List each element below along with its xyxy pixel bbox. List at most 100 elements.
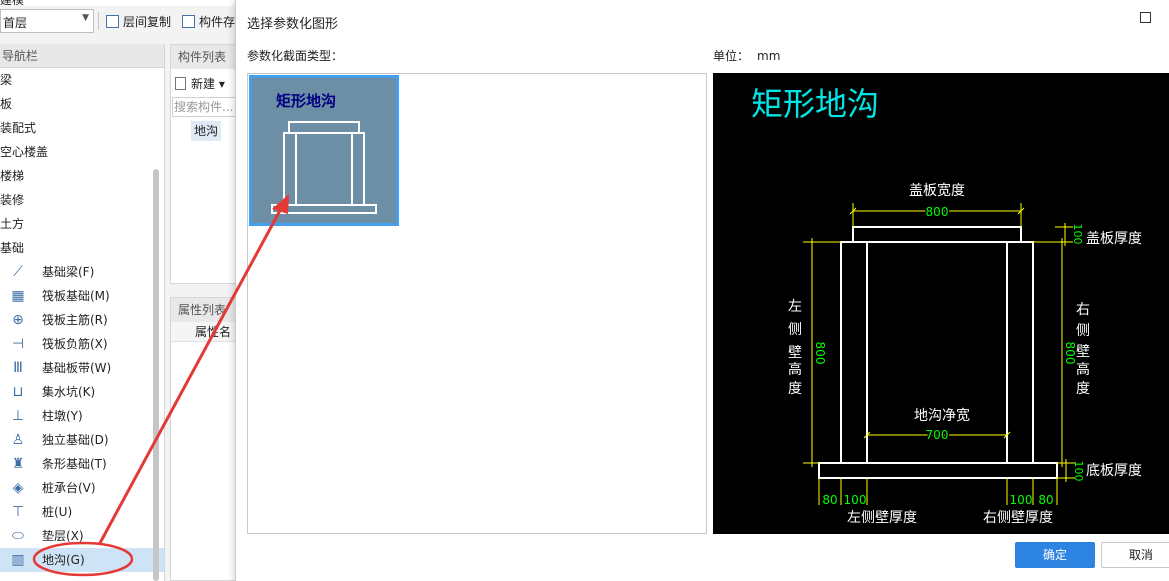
cover-thickness-value: 100 bbox=[1071, 224, 1084, 245]
nav-panel: 导航栏 梁 板 装配式 空心楼盖 楼梯 装修 土方 基础 ⟋ 基础梁(F) ▦ 筏板… bbox=[0, 44, 165, 581]
nav-item-raft[interactable]: ▦ 筏板基础(M) bbox=[0, 284, 164, 308]
right-wall-label-1: 右 bbox=[1076, 302, 1090, 318]
floor-select[interactable]: 首层 ▼ bbox=[0, 9, 94, 33]
dialog-title: 选择参数化图形 bbox=[247, 17, 339, 32]
nav-category[interactable]: 楼梯 bbox=[0, 164, 164, 188]
thumb-right-wall bbox=[351, 132, 365, 206]
beam-icon: ⟋ bbox=[13, 264, 23, 280]
nav-item-pile[interactable]: ⊤ 桩(U) bbox=[0, 500, 164, 524]
left-wall-thickness-label: 左侧壁厚度 bbox=[847, 510, 917, 526]
nav-item-cushion[interactable]: ⬭ 垫层(X) bbox=[0, 524, 164, 548]
comp-save-button[interactable]: 构件存 bbox=[182, 12, 235, 32]
select-parametric-shape-dialog: 选择参数化图形 参数化截面类型： 单位： mm 矩形地沟 矩形地沟 盖板宽度 8… bbox=[235, 0, 1169, 581]
pier-icon: ⊥ bbox=[11, 408, 25, 424]
shape-thumbnail-rect-trench[interactable]: 矩形地沟 bbox=[249, 75, 399, 226]
net-width-label: 地沟净宽 bbox=[914, 407, 970, 424]
unit-label-text: 单位： bbox=[713, 49, 750, 63]
property-name-column: 属性名 bbox=[171, 322, 239, 342]
ok-button[interactable]: 确定 bbox=[1015, 542, 1095, 568]
rebar-icon: ⊕ bbox=[12, 312, 24, 328]
nav-item-pile-cap[interactable]: ◈ 桩承台(V) bbox=[0, 476, 164, 500]
nav-category[interactable]: 空心楼盖 bbox=[0, 140, 164, 164]
component-item-trench[interactable]: 地沟 bbox=[191, 121, 221, 141]
base-thickness-label: 底板厚度 bbox=[1086, 463, 1142, 479]
neg-rebar-icon: ⊣ bbox=[11, 336, 25, 352]
nav-header: 导航栏 bbox=[0, 44, 164, 68]
nav-category[interactable]: 装配式 bbox=[0, 116, 164, 140]
nav-item-raft-rebar[interactable]: ⊕ 筏板主筋(R) bbox=[0, 308, 164, 332]
shape-preview: 矩形地沟 盖板宽度 800 100 盖板厚度 800 左 侧 壁 高 度 800… bbox=[713, 73, 1169, 534]
nav-item-raft-neg-rebar[interactable]: ⊣ 筏板负筋(X) bbox=[0, 332, 164, 356]
property-list-panel: 属性列表 属性名 bbox=[170, 297, 240, 581]
nav-item-foundation-band[interactable]: Ⅲ 基础板带(W) bbox=[0, 356, 164, 380]
toolbar-divider bbox=[98, 12, 99, 30]
copy-floor-button[interactable]: 层间复制 bbox=[106, 12, 171, 32]
cover-width-label: 盖板宽度 bbox=[909, 182, 965, 199]
component-search-input[interactable]: 搜索构件... bbox=[172, 97, 240, 117]
right-wall bbox=[1006, 241, 1034, 464]
app-title-text: 建模 bbox=[0, 0, 24, 6]
new-component-button[interactable]: 新建 ▾ bbox=[175, 75, 225, 92]
left-wall-label-3: 壁 bbox=[788, 345, 802, 361]
right-bottom-dim-2: 80 bbox=[1038, 493, 1053, 507]
cap-icon: ◈ bbox=[12, 480, 24, 496]
thumbnail-label: 矩形地沟 bbox=[276, 92, 336, 110]
base-plate bbox=[818, 462, 1058, 479]
cover-thickness-dim bbox=[1055, 223, 1073, 246]
left-bottom-dim-1: 80 bbox=[822, 493, 837, 507]
right-bottom-dim-1: 100 bbox=[1010, 493, 1033, 507]
thumb-cover bbox=[288, 121, 360, 134]
nav-item-sump[interactable]: ⊔ 集水坑(K) bbox=[0, 380, 164, 404]
save-icon bbox=[182, 15, 195, 28]
component-list-header: 构件列表 bbox=[171, 45, 239, 69]
app-title-strip: 建模 bbox=[0, 0, 240, 6]
nav-item-isolated-footing[interactable]: ♙ 独立基础(D) bbox=[0, 428, 164, 452]
pit-icon: ⊔ bbox=[12, 384, 24, 400]
footing-icon: ♙ bbox=[11, 432, 25, 448]
band-icon: Ⅲ bbox=[13, 360, 23, 376]
nav-category[interactable]: 装修 bbox=[0, 188, 164, 212]
nav-scrollbar[interactable] bbox=[153, 169, 159, 581]
right-wall-label-3: 壁 bbox=[1076, 344, 1090, 360]
thumb-base bbox=[271, 204, 377, 214]
maximize-icon[interactable] bbox=[1140, 12, 1151, 23]
left-wall-label-4: 高 bbox=[788, 361, 802, 378]
nav-category[interactable]: 梁 bbox=[0, 68, 164, 92]
left-wall-label-5: 度 bbox=[788, 381, 802, 397]
cover-plate bbox=[852, 226, 1022, 243]
new-file-icon bbox=[175, 77, 186, 90]
nav-item-trench[interactable]: ▥ 地沟(G) bbox=[0, 548, 164, 572]
preview-title: 矩形地沟 bbox=[751, 85, 879, 123]
cancel-button[interactable]: 取消 bbox=[1101, 542, 1169, 568]
nav-category[interactable]: 基础 bbox=[0, 236, 164, 260]
left-wall-label-2: 侧 bbox=[788, 322, 802, 338]
thumbnail-canvas: 矩形地沟 bbox=[252, 78, 396, 223]
nav-item-list: ⟋ 基础梁(F) ▦ 筏板基础(M) ⊕ 筏板主筋(R) ⊣ 筏板负筋(X) Ⅲ 基础板带… bbox=[0, 260, 164, 572]
nav-category[interactable]: 土方 bbox=[0, 212, 164, 236]
left-wall-height-value: 800 bbox=[813, 342, 827, 365]
right-wall-label-2: 侧 bbox=[1076, 323, 1090, 339]
left-wall bbox=[840, 241, 868, 464]
strip-icon: ♜ bbox=[11, 456, 25, 472]
base-thickness-value: 100 bbox=[1072, 461, 1085, 482]
floor-select-value: 首层 bbox=[3, 16, 28, 30]
nav-category-list: 梁 板 装配式 空心楼盖 楼梯 装修 土方 基础 bbox=[0, 68, 164, 260]
nav-item-pier[interactable]: ⊥ 柱墩(Y) bbox=[0, 404, 164, 428]
cushion-icon: ⬭ bbox=[12, 528, 24, 544]
nav-item-foundation-beam[interactable]: ⟋ 基础梁(F) bbox=[0, 260, 164, 284]
left-bottom-dim-2: 100 bbox=[844, 493, 867, 507]
nav-item-strip-footing[interactable]: ♜ 条形基础(T) bbox=[0, 452, 164, 476]
shape-list: 矩形地沟 bbox=[247, 73, 707, 534]
right-wall-thickness-label: 右侧壁厚度 bbox=[983, 510, 1053, 526]
thumb-left-wall bbox=[283, 132, 297, 206]
left-wall-label-1: 左 bbox=[788, 299, 802, 315]
cover-width-value: 800 bbox=[926, 205, 949, 219]
nav-category[interactable]: 板 bbox=[0, 92, 164, 116]
unit-value: mm bbox=[757, 49, 781, 63]
chevron-down-icon: ▼ bbox=[82, 13, 89, 23]
section-type-label: 参数化截面类型： bbox=[247, 49, 344, 63]
right-wall-label-4: 高 bbox=[1076, 361, 1090, 378]
pile-icon: ⊤ bbox=[11, 504, 25, 520]
grid-icon: ▦ bbox=[11, 288, 25, 304]
comp-save-label: 构件存 bbox=[199, 15, 236, 29]
